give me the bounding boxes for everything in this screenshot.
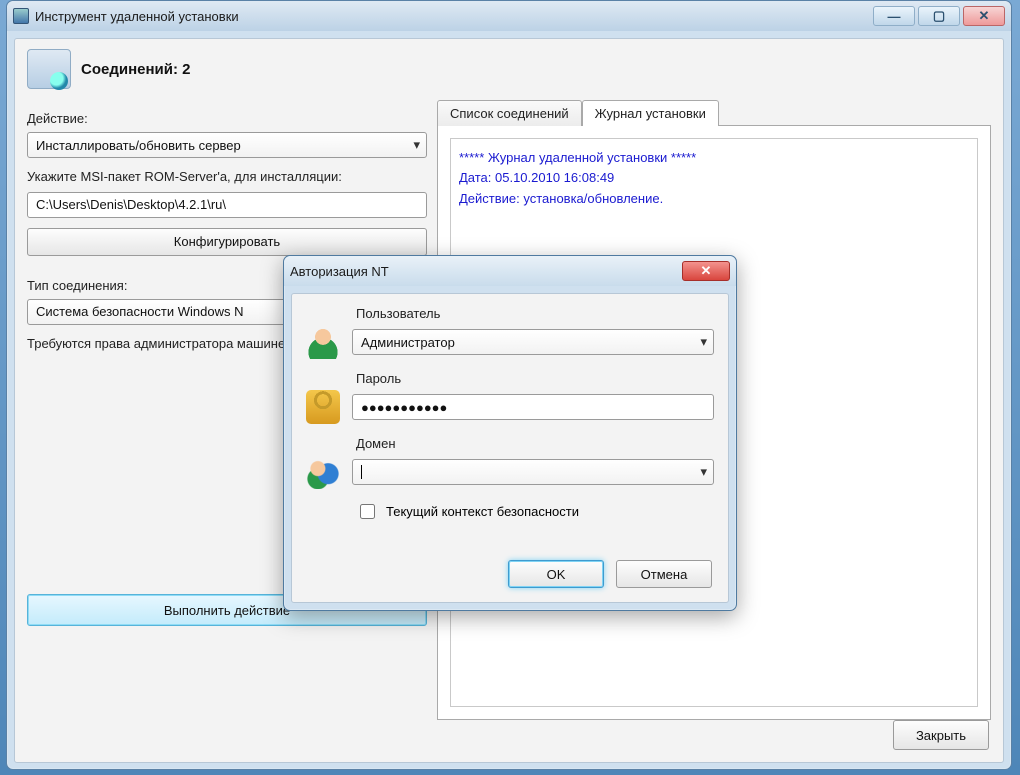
- main-titlebar[interactable]: Инструмент удаленной установки — ▢ ✕: [7, 1, 1011, 31]
- tabs: Список соединений Журнал установки: [437, 99, 991, 125]
- dialog-close-button[interactable]: ✕: [682, 261, 730, 281]
- tab-install-log[interactable]: Журнал установки: [582, 100, 719, 126]
- user-label: Пользователь: [306, 306, 714, 321]
- execute-action-label: Выполнить действие: [164, 603, 290, 618]
- ok-button[interactable]: OK: [508, 560, 604, 588]
- cancel-button[interactable]: Отмена: [616, 560, 712, 588]
- group-icon: [306, 455, 340, 489]
- user-icon: [306, 325, 340, 359]
- dialog-client: Пользователь Администратор Пароль ●●●●●●…: [291, 293, 729, 603]
- app-icon: [13, 8, 29, 24]
- action-combo-value: Инсталлировать/обновить сервер: [36, 138, 241, 153]
- user-combo[interactable]: Администратор: [352, 329, 714, 355]
- dialog-titlebar[interactable]: Авторизация NT ✕: [284, 256, 736, 286]
- connection-type-value: Система безопасности Windows N: [36, 304, 244, 319]
- close-button-label: Закрыть: [916, 728, 966, 743]
- log-line-2: Дата: 05.10.2010 16:08:49: [459, 170, 614, 185]
- msi-label: Укажите MSI-пакет ROM-Server'а, для инст…: [27, 168, 407, 186]
- text-caret: [361, 465, 362, 479]
- log-line-1: ***** Журнал удаленной установки *****: [459, 150, 696, 165]
- dialog-title: Авторизация NT: [290, 264, 389, 279]
- lock-icon: [306, 390, 340, 424]
- tab-connections-label: Список соединений: [450, 106, 569, 121]
- user-combo-value: Администратор: [361, 335, 455, 350]
- window-title: Инструмент удаленной установки: [35, 9, 239, 24]
- close-window-button[interactable]: ✕: [963, 6, 1005, 26]
- action-label: Действие:: [27, 111, 427, 126]
- tab-connections-list[interactable]: Список соединений: [437, 100, 582, 126]
- ok-button-label: OK: [547, 567, 566, 582]
- msi-path-input[interactable]: C:\Users\Denis\Desktop\4.2.1\ru\: [27, 192, 427, 218]
- current-security-context-checkbox[interactable]: [360, 504, 375, 519]
- current-security-context-label: Текущий контекст безопасности: [386, 504, 579, 519]
- maximize-button[interactable]: ▢: [918, 6, 960, 26]
- msi-path-value: C:\Users\Denis\Desktop\4.2.1\ru\: [36, 197, 226, 212]
- connections-header: Соединений: 2: [81, 61, 191, 78]
- password-value: ●●●●●●●●●●●: [361, 400, 447, 415]
- tab-install-log-label: Журнал установки: [595, 106, 706, 121]
- nt-auth-dialog: Авторизация NT ✕ Пользователь Администра…: [283, 255, 737, 611]
- cancel-button-label: Отмена: [641, 567, 688, 582]
- configure-button-label: Конфигурировать: [174, 234, 280, 249]
- configure-button[interactable]: Конфигурировать: [27, 228, 427, 256]
- password-label: Пароль: [306, 371, 714, 386]
- close-button[interactable]: Закрыть: [893, 720, 989, 750]
- action-combo[interactable]: Инсталлировать/обновить сервер: [27, 132, 427, 158]
- password-input[interactable]: ●●●●●●●●●●●: [352, 394, 714, 420]
- domain-combo[interactable]: [352, 459, 714, 485]
- minimize-button[interactable]: —: [873, 6, 915, 26]
- log-line-3: Действие: установка/обновление.: [459, 191, 663, 206]
- header-computer-icon: [27, 49, 71, 89]
- domain-label: Домен: [306, 436, 714, 451]
